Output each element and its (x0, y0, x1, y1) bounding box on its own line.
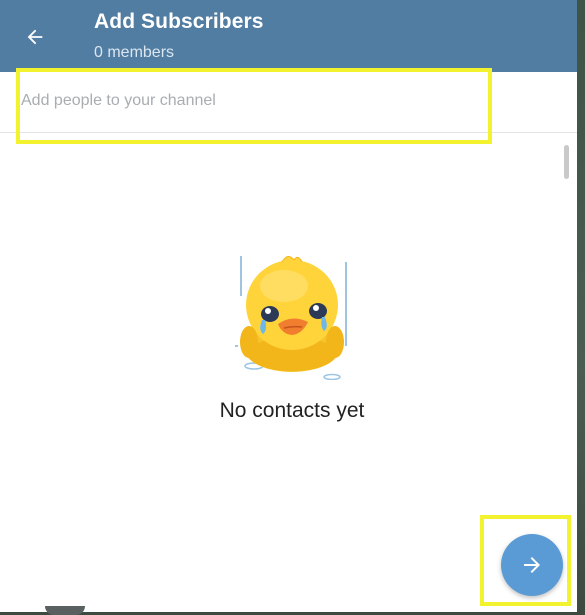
add-people-input[interactable] (21, 86, 481, 116)
background-edge (45, 606, 85, 615)
screen: Add Subscribers 0 members Add people to … (0, 0, 585, 615)
scrollbar[interactable] (564, 145, 569, 179)
search-row (0, 72, 577, 133)
page-title: Add Subscribers (94, 10, 264, 33)
next-button[interactable] (501, 534, 563, 596)
crying-duck-icon (235, 256, 347, 380)
arrow-left-icon (27, 29, 43, 45)
header-bar: Add Subscribers 0 members (0, 0, 577, 72)
member-count: 0 members (94, 44, 175, 61)
back-button[interactable] (14, 16, 56, 58)
add-subscribers-dialog: Add Subscribers 0 members Add people to … (0, 0, 577, 612)
arrow-right-icon (524, 557, 540, 573)
empty-state-message: No contacts yet (219, 399, 365, 422)
